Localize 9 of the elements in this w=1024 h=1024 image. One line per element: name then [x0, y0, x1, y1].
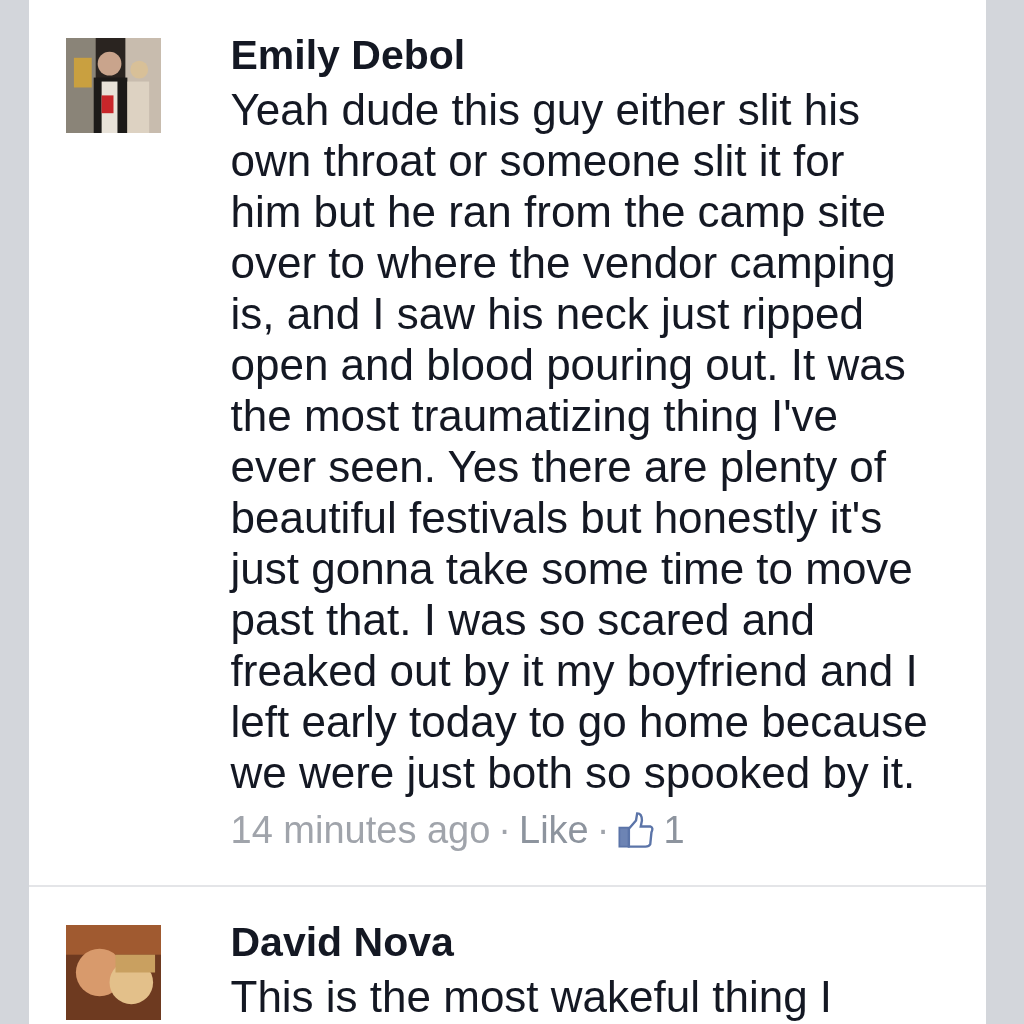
author-name[interactable]: David Nova	[230, 919, 833, 965]
comment-text: Yeah dude this guy either slit his own throat or someone slit it for him but he ran from the camp site over to where the vendor camping is, and I saw his neck just ripped open and blood pouring out. It was the most traumatizing thing I've ever seen. Yes there are plenty of beautiful festivals but honestly it's just gonna take some time to move past that. I was so scared and freaked out by it my boyfriend and I left early today to go home because we were just both so spooked by it.	[230, 84, 928, 798]
author-name[interactable]: Emily Debol	[230, 32, 928, 78]
separator: ·	[498, 808, 511, 852]
timestamp: 14 minutes ago	[230, 808, 491, 852]
like-count: 1	[663, 808, 685, 852]
comment-text: This is the most wakeful thing I	[230, 971, 833, 1022]
separator: ·	[596, 808, 610, 852]
thumbs-up-icon	[617, 811, 656, 849]
